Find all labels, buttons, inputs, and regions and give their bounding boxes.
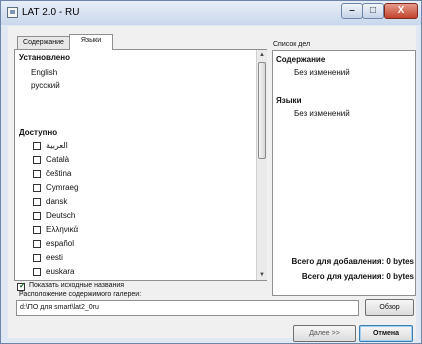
language-checkbox[interactable] [33, 226, 41, 234]
minimize-button[interactable]: – [341, 3, 363, 19]
language-label: Ελληνικά [46, 225, 79, 234]
language-checkbox[interactable] [33, 254, 41, 262]
scroll-up-icon[interactable]: ▲ [257, 50, 267, 60]
languages-list-content: Установлено English русский Доступно الع… [15, 50, 255, 280]
app-icon [7, 7, 18, 18]
browse-button[interactable]: Обзор [365, 299, 414, 316]
cancel-button[interactable]: Отмена [359, 325, 413, 342]
installed-header: Установлено [19, 53, 70, 62]
close-button[interactable]: X [384, 3, 418, 19]
language-checkbox[interactable] [33, 184, 41, 192]
installed-item-english[interactable]: English [31, 68, 57, 77]
language-checkbox[interactable] [33, 170, 41, 178]
language-label: Cymraeg [46, 183, 79, 192]
language-label: čeština [46, 169, 72, 178]
task-list-title: Список дел [273, 41, 311, 48]
title-bar[interactable]: LAT 2.0 - RU – □ X [1, 1, 421, 25]
language-checkbox[interactable] [33, 212, 41, 220]
task-languages-header: Языки [276, 96, 302, 105]
language-checkbox[interactable] [33, 240, 41, 248]
gallery-location-input[interactable]: d:\ПО для smart\lat2_0ru [16, 300, 359, 316]
dialog-body: Содержание Языки Установлено English рус… [8, 26, 416, 342]
task-content-value: Без изменений [294, 68, 350, 77]
language-label: español [46, 239, 75, 248]
total-to-add: Всего для добавления: 0 bytes [291, 257, 414, 266]
language-label: suomi [46, 279, 67, 280]
languages-scrollbar[interactable]: ▲ ▼ [256, 50, 267, 280]
language-checkbox[interactable] [33, 268, 41, 276]
language-label: Català [46, 155, 70, 164]
language-label: Deutsch [46, 211, 76, 220]
language-checkbox[interactable] [33, 142, 41, 150]
scrollbar-thumb[interactable] [258, 62, 266, 159]
tab-content[interactable]: Содержание [17, 36, 70, 49]
language-label: العربية [46, 141, 68, 150]
checkmark-icon: ✓ [19, 281, 26, 290]
language-checkbox[interactable] [33, 198, 41, 206]
task-list-panel: Содержание Без изменений Языки Без измен… [272, 50, 416, 296]
tab-languages[interactable]: Языки [69, 34, 113, 50]
language-label: eesti [46, 253, 63, 262]
lat-installer-window: LAT 2.0 - RU – □ X Содержание Языки Уста… [0, 0, 422, 344]
maximize-button[interactable]: □ [362, 3, 384, 19]
gallery-location-label: Расположение содержимого галереи: [19, 291, 142, 298]
window-title: LAT 2.0 - RU [22, 7, 80, 18]
languages-list: Установлено English русский Доступно الع… [14, 49, 267, 281]
language-label: dansk [46, 197, 68, 206]
language-checkbox[interactable] [33, 156, 41, 164]
show-original-names-checkbox[interactable]: ✓ [17, 281, 26, 291]
task-languages-value: Без изменений [294, 109, 350, 118]
available-header: Доступно [19, 128, 58, 137]
show-original-names-label: Показать исходные названия [29, 282, 125, 289]
scroll-down-icon[interactable]: ▼ [257, 270, 267, 280]
total-to-remove: Всего для удаления: 0 bytes [301, 272, 414, 281]
installed-item-russian[interactable]: русский [31, 81, 60, 90]
task-content-header: Содержание [276, 55, 326, 64]
next-button[interactable]: Далее >> [293, 325, 356, 342]
language-label: euskara [46, 267, 75, 276]
